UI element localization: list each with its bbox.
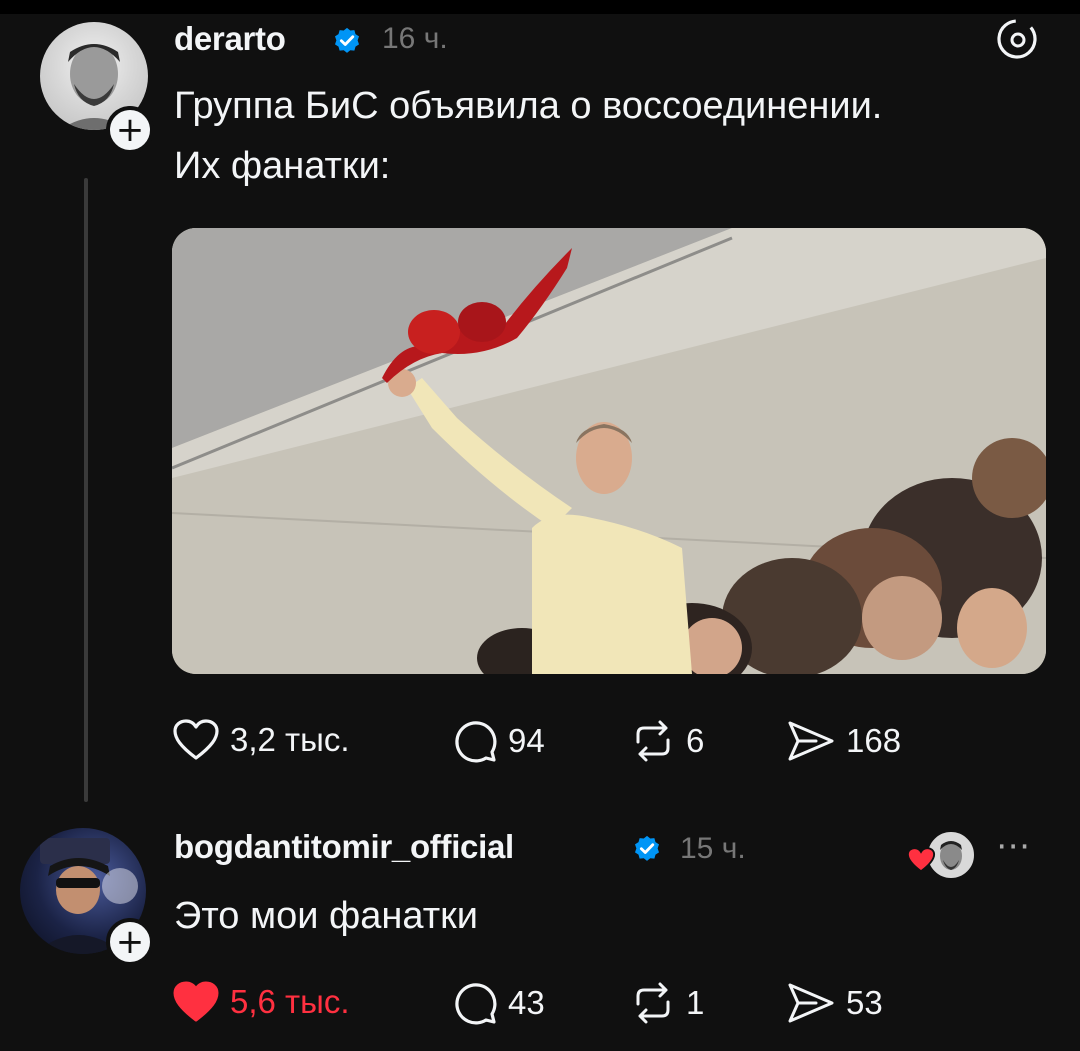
follow-plus-icon[interactable]: + xyxy=(106,106,154,154)
share-button[interactable]: 53 xyxy=(786,980,883,1026)
repost-count: 1 xyxy=(686,984,705,1021)
threads-logo-icon[interactable] xyxy=(996,18,1038,60)
heart-icon xyxy=(173,981,219,1022)
liked-by-author-indicator xyxy=(906,826,976,880)
status-bar-edge xyxy=(0,0,1080,14)
post-text-line-2: Их фанатки: xyxy=(174,145,391,187)
repost-count: 6 xyxy=(686,722,705,759)
post-text-line-1: Группа БиС объявила о воссоединении. xyxy=(174,85,883,127)
reply-timestamp: 15 ч. xyxy=(680,832,746,865)
post-timestamp: 16 ч. xyxy=(382,22,448,55)
share-count: 168 xyxy=(846,722,902,759)
post-text: Группа БиС объявила о воссоединении. Их … xyxy=(174,76,1054,196)
more-icon[interactable]: ⋯ xyxy=(996,826,1032,866)
verified-icon xyxy=(335,27,359,53)
comment-icon xyxy=(455,721,497,763)
share-icon xyxy=(788,983,834,1023)
post-username[interactable]: derarto xyxy=(174,20,286,58)
reply-count: 43 xyxy=(508,984,545,1021)
reply-count: 94 xyxy=(508,722,545,759)
repost-button[interactable]: 6 xyxy=(630,718,704,764)
like-count: 5,6 тыс. xyxy=(230,983,350,1020)
share-icon xyxy=(788,721,834,761)
reply-username[interactable]: bogdantitomir_official xyxy=(174,828,514,866)
like-button[interactable]: 5,6 тыс. xyxy=(172,980,350,1024)
like-count: 3,2 тыс. xyxy=(230,721,350,758)
heart-icon xyxy=(173,719,219,760)
reply-button[interactable]: 43 xyxy=(452,980,545,1026)
verified-icon xyxy=(635,835,659,861)
follow-plus-icon[interactable]: + xyxy=(106,918,154,966)
thread-connector-line xyxy=(84,178,88,802)
heart-icon xyxy=(906,847,936,873)
reply-button[interactable]: 94 xyxy=(452,718,545,764)
repost-icon xyxy=(636,982,670,1024)
like-button[interactable]: 3,2 тыс. xyxy=(172,718,350,762)
comment-icon xyxy=(455,983,497,1025)
share-count: 53 xyxy=(846,984,883,1021)
reply-text: Это мои фанатки xyxy=(174,895,478,937)
share-button[interactable]: 168 xyxy=(786,718,901,764)
repost-icon xyxy=(636,720,670,762)
repost-button[interactable]: 1 xyxy=(630,980,704,1026)
post-photo[interactable] xyxy=(172,228,1046,674)
